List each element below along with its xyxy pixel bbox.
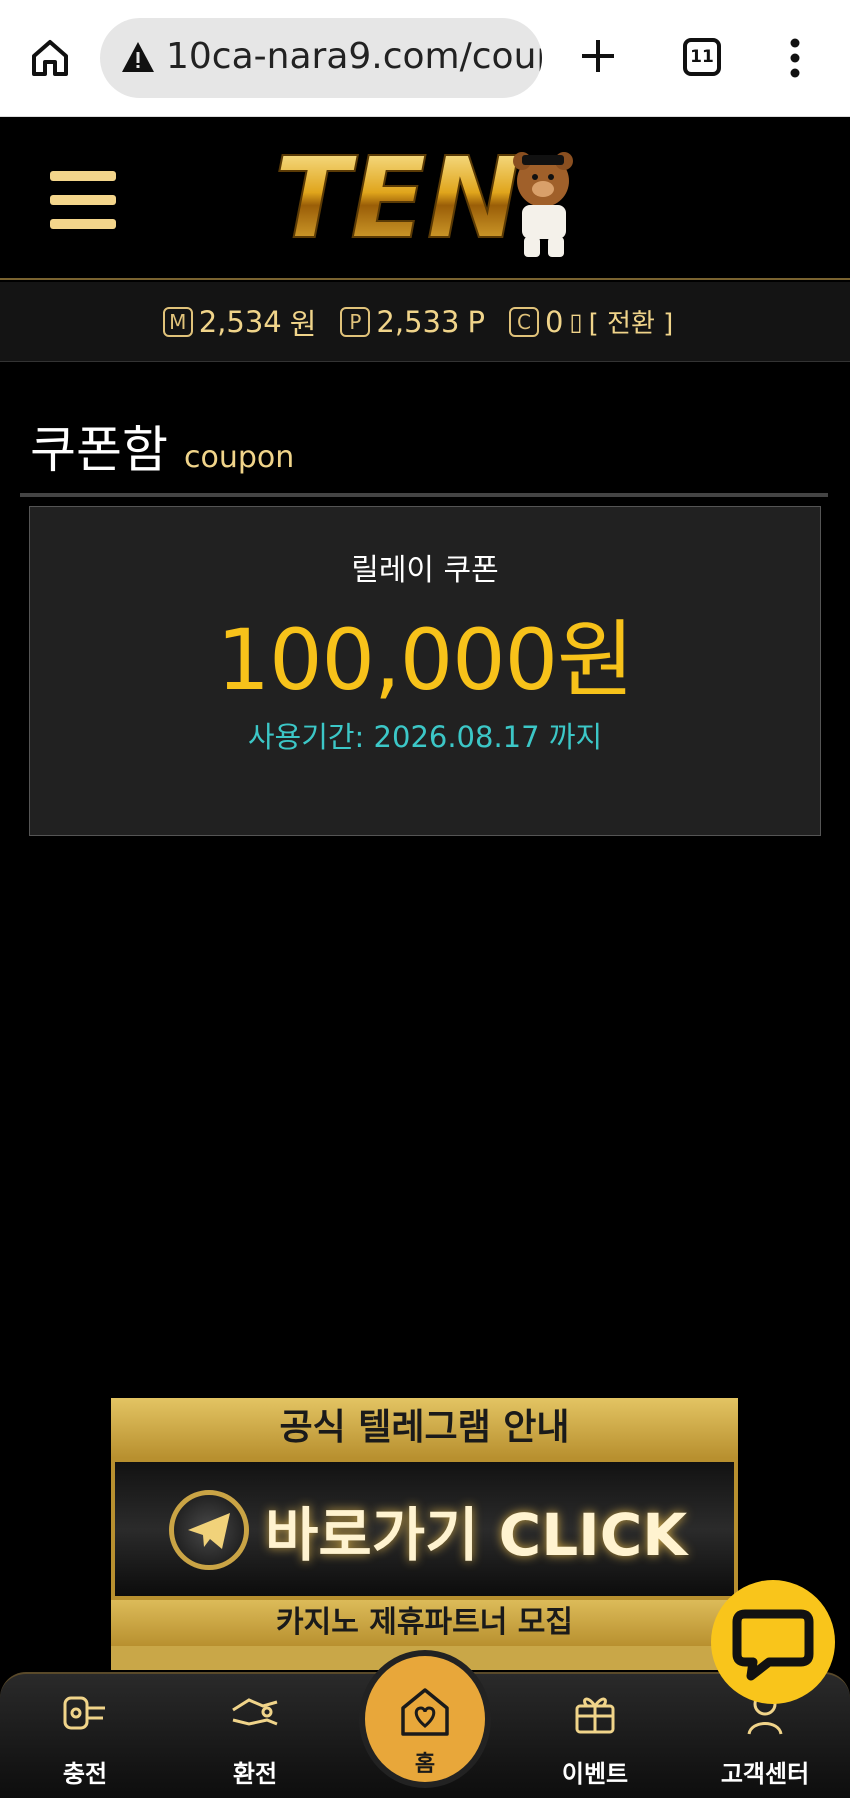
- chat-bubble-icon: [732, 1609, 814, 1681]
- coupon-amount: 100,000원: [216, 611, 635, 709]
- nav-deposit[interactable]: 충전: [20, 1684, 150, 1789]
- casino-value: 0: [544, 304, 564, 339]
- url-text: 10ca-nara9.com/coup: [166, 36, 542, 77]
- withdraw-icon: [232, 1698, 278, 1726]
- page-title: 쿠폰함 coupon: [30, 410, 294, 482]
- nav-deposit-label: 충전: [62, 1760, 108, 1788]
- nav-home-label: 홈: [414, 1752, 436, 1777]
- point-unit: P: [467, 304, 485, 339]
- chat-button[interactable]: [711, 1580, 835, 1704]
- more-menu-icon[interactable]: [790, 38, 800, 78]
- home-heart-icon: [401, 1688, 449, 1736]
- money-value: 2,534: [198, 304, 282, 339]
- home-icon[interactable]: [28, 36, 72, 80]
- page-title-ko: 쿠폰함: [30, 421, 168, 479]
- nav-support-label: 고객센터: [720, 1760, 810, 1788]
- casino-unit-glyph-icon: ▯: [569, 307, 583, 336]
- casino-balance: C 0 ▯ [ 전환 ]: [508, 303, 674, 340]
- banner-cta-text: 바로가기 CLICK: [265, 1501, 688, 1569]
- warning-icon[interactable]: [120, 40, 156, 74]
- coupon-period: 사용기간: 2026.08.17 까지: [247, 720, 603, 754]
- money-icon: M: [162, 306, 193, 337]
- svg-text:TEN: TEN: [274, 137, 521, 262]
- point-value: 2,533: [376, 304, 460, 339]
- convert-button[interactable]: [ 전환 ]: [589, 303, 674, 340]
- money-unit: 원: [289, 306, 317, 341]
- telegram-banner[interactable]: 공식 텔레그램 안내 바로가기 CLICK 카지노 제휴파트너 모집: [111, 1398, 738, 1670]
- casino-icon: C: [508, 306, 539, 337]
- browser-toolbar: 10ca-nara9.com/coup 11: [0, 0, 850, 117]
- new-tab-icon[interactable]: [578, 36, 618, 76]
- site-header: TEN: [0, 117, 850, 280]
- nav-withdraw-label: 환전: [232, 1760, 278, 1788]
- nav-home[interactable]: 홈: [359, 1650, 491, 1788]
- title-divider: [20, 493, 828, 497]
- banner-title: 공식 텔레그램 안내: [111, 1398, 738, 1458]
- wallet-bar: M 2,534 원 P 2,533 P C 0 ▯ [ 전환 ]: [0, 282, 850, 362]
- money-balance: M 2,534 원: [162, 301, 317, 343]
- point-icon: P: [340, 306, 371, 337]
- gift-icon: [575, 1697, 615, 1734]
- coupon-name: 릴레이 쿠폰: [351, 553, 499, 588]
- nav-withdraw[interactable]: 환전: [190, 1684, 320, 1789]
- page-title-en: coupon: [184, 440, 295, 475]
- site-logo[interactable]: TEN: [268, 137, 588, 262]
- banner-cta-panel[interactable]: 바로가기 CLICK: [111, 1458, 738, 1600]
- address-bar[interactable]: 10ca-nara9.com/coup: [100, 18, 542, 98]
- nav-event[interactable]: 이벤트: [530, 1684, 660, 1789]
- deposit-icon: [63, 1696, 105, 1730]
- hamburger-menu-icon[interactable]: [50, 171, 116, 229]
- banner-partner-text: 카지노 제휴파트너 모집: [111, 1600, 738, 1646]
- tab-switcher-button[interactable]: 11: [683, 38, 721, 76]
- nav-event-label: 이벤트: [561, 1760, 629, 1788]
- coupon-card[interactable]: 릴레이 쿠폰 100,000원 사용기간: 2026.08.17 까지: [29, 506, 821, 836]
- point-balance: P 2,533 P: [340, 305, 485, 339]
- telegram-icon: [169, 1490, 249, 1570]
